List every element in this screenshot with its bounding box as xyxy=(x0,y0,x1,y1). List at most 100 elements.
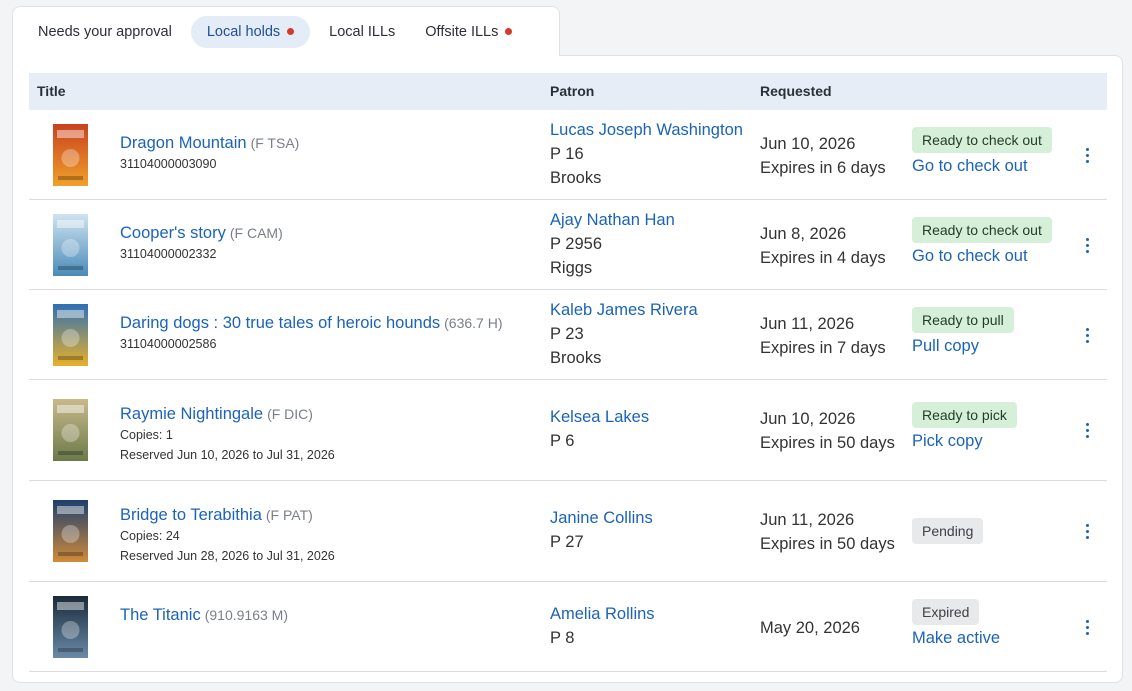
tab-label: Local holds xyxy=(206,23,281,40)
title-line: Raymie Nightingale (F DIC) xyxy=(120,405,335,424)
patron-id: P 8 xyxy=(550,629,575,647)
tab-label: Needs your approval xyxy=(38,23,172,40)
notification-dot xyxy=(505,28,513,35)
title-cell: Raymie Nightingale (F DIC) Copies: 1 Reserv… xyxy=(120,405,335,466)
title-line: Daring dogs : 30 true tales of heroic ho… xyxy=(120,314,502,333)
expiry-text: Expires in 4 days xyxy=(760,249,886,267)
status-action-link[interactable]: Go to check out xyxy=(912,157,1052,176)
book-cover-image[interactable] xyxy=(53,500,88,562)
requested-date: Jun 10, 2026 xyxy=(760,135,856,153)
status-cell: Pending xyxy=(912,518,984,544)
patron-name-link[interactable]: Lucas Joseph Washington xyxy=(550,118,743,142)
status-badge: Ready to pull xyxy=(912,307,1014,333)
patron-id: P 16 xyxy=(550,145,584,163)
title-cell: Bridge to Terabithia (F PAT) Copies: 24 Res… xyxy=(120,506,335,567)
tab-offsite-ills[interactable]: Offsite ILLs xyxy=(414,16,523,48)
requested-cell: May 20, 2026 xyxy=(760,616,860,640)
expiry-text: Expires in 6 days xyxy=(760,159,886,177)
tab-local-holds[interactable]: Local holds xyxy=(190,15,311,48)
status-cell: Expired Make active xyxy=(912,599,1000,648)
patron-cell: Lucas Joseph Washington P 16 Brooks xyxy=(550,118,743,190)
patron-cell: Kaleb James Rivera P 23 Brooks xyxy=(550,298,698,370)
tab-needs-your-approval[interactable]: Needs your approval xyxy=(27,16,183,48)
book-title-link[interactable]: Raymie Nightingale xyxy=(120,405,263,423)
table-header: Title Patron Requested xyxy=(29,73,1107,110)
barcode: 31104000002332 xyxy=(120,247,217,261)
copies-count: Copies: 24 xyxy=(120,529,180,543)
call-number: (910.9163 M) xyxy=(204,607,288,623)
table-body: Dragon Mountain (F TSA) 31104000003090 Luca… xyxy=(29,110,1107,672)
requested-cell: Jun 10, 2026 Expires in 50 days xyxy=(760,407,895,455)
tab-local-ills[interactable]: Local ILLs xyxy=(318,16,406,48)
title-cell: Daring dogs : 30 true tales of heroic ho… xyxy=(120,314,502,355)
status-badge: Expired xyxy=(912,599,980,625)
patron-name-link[interactable]: Kelsea Lakes xyxy=(550,405,649,429)
requested-cell: Jun 11, 2026 Expires in 7 days xyxy=(760,312,886,360)
book-cover-image[interactable] xyxy=(53,124,88,186)
requested-date: May 20, 2026 xyxy=(760,619,860,637)
patron-location: Brooks xyxy=(550,349,602,367)
patron-name-link[interactable]: Kaleb James Rivera xyxy=(550,298,698,322)
header-title: Title xyxy=(37,83,66,99)
copies-count: Copies: 1 xyxy=(120,428,173,442)
notification-dot xyxy=(287,28,295,35)
more-options-icon[interactable] xyxy=(1084,423,1090,441)
patron-name-link[interactable]: Amelia Rollins xyxy=(550,602,655,626)
patron-id: P 27 xyxy=(550,533,584,551)
book-cover-image[interactable] xyxy=(53,304,88,366)
book-cover-image[interactable] xyxy=(53,399,88,461)
book-cover-image[interactable] xyxy=(53,596,88,658)
patron-id: P 6 xyxy=(550,432,575,450)
requested-cell: Jun 10, 2026 Expires in 6 days xyxy=(760,132,886,180)
title-cell: Dragon Mountain (F TSA) 31104000003090 xyxy=(120,134,299,175)
title-line: Bridge to Terabithia (F PAT) xyxy=(120,506,335,525)
header-patron: Patron xyxy=(550,83,595,99)
patron-name-link[interactable]: Ajay Nathan Han xyxy=(550,208,675,232)
title-cell: Cooper's story (F CAM) 31104000002332 xyxy=(120,224,283,265)
table-row: Daring dogs : 30 true tales of heroic ho… xyxy=(29,290,1107,380)
status-cell: Ready to check out Go to check out xyxy=(912,217,1052,266)
book-title-link[interactable]: Bridge to Terabithia xyxy=(120,506,262,524)
tab-bar: Needs your approval Local holds Local ILLs… xyxy=(12,6,560,56)
patron-cell: Ajay Nathan Han P 2956 Riggs xyxy=(550,208,675,280)
call-number: (F TSA) xyxy=(250,135,300,151)
status-action-link[interactable]: Go to check out xyxy=(912,247,1052,266)
more-options-icon[interactable] xyxy=(1084,620,1090,638)
patron-location: Riggs xyxy=(550,259,593,277)
book-title-link[interactable]: Dragon Mountain xyxy=(120,134,247,152)
more-options-icon[interactable] xyxy=(1084,524,1090,542)
status-action-link[interactable]: Make active xyxy=(912,629,1000,648)
call-number: (636.7 H) xyxy=(444,315,503,331)
expiry-text: Expires in 50 days xyxy=(760,434,895,452)
table-row: The Titanic (910.9163 M) Amelia Rollins P 8… xyxy=(29,582,1107,672)
table-row: Raymie Nightingale (F DIC) Copies: 1 Reserv… xyxy=(29,380,1107,481)
status-cell: Ready to pull Pull copy xyxy=(912,307,1014,356)
status-action-link[interactable]: Pull copy xyxy=(912,337,1014,356)
barcode: 31104000003090 xyxy=(120,157,217,171)
table-row: Dragon Mountain (F TSA) 31104000003090 Luca… xyxy=(29,110,1107,200)
table-row: Cooper's story (F CAM) 31104000002332 Ajay … xyxy=(29,200,1107,290)
more-options-icon[interactable] xyxy=(1084,328,1090,346)
book-title-link[interactable]: Daring dogs : 30 true tales of heroic ho… xyxy=(120,314,440,332)
table-row: Bridge to Terabithia (F PAT) Copies: 24 Res… xyxy=(29,481,1107,582)
header-requested: Requested xyxy=(760,83,832,99)
title-cell: The Titanic (910.9163 M) xyxy=(120,606,288,625)
more-options-icon[interactable] xyxy=(1084,148,1090,166)
book-title-link[interactable]: The Titanic xyxy=(120,606,201,624)
title-line: Dragon Mountain (F TSA) xyxy=(120,134,299,153)
expiry-text: Expires in 50 days xyxy=(760,535,895,553)
book-title-link[interactable]: Cooper's story xyxy=(120,224,226,242)
call-number: (F DIC) xyxy=(267,406,313,422)
patron-id: P 23 xyxy=(550,325,584,343)
book-cover-image[interactable] xyxy=(53,214,88,276)
tab-label: Local ILLs xyxy=(329,23,396,40)
tab-label: Offsite ILLs xyxy=(425,23,499,40)
status-badge: Ready to check out xyxy=(912,217,1052,243)
status-cell: Ready to check out Go to check out xyxy=(912,127,1052,176)
status-badge: Ready to check out xyxy=(912,127,1052,153)
status-badge: Ready to pick xyxy=(912,402,1017,428)
more-options-icon[interactable] xyxy=(1084,238,1090,256)
patron-name-link[interactable]: Janine Collins xyxy=(550,506,653,530)
status-badge: Pending xyxy=(912,518,984,544)
status-action-link[interactable]: Pick copy xyxy=(912,432,1017,451)
